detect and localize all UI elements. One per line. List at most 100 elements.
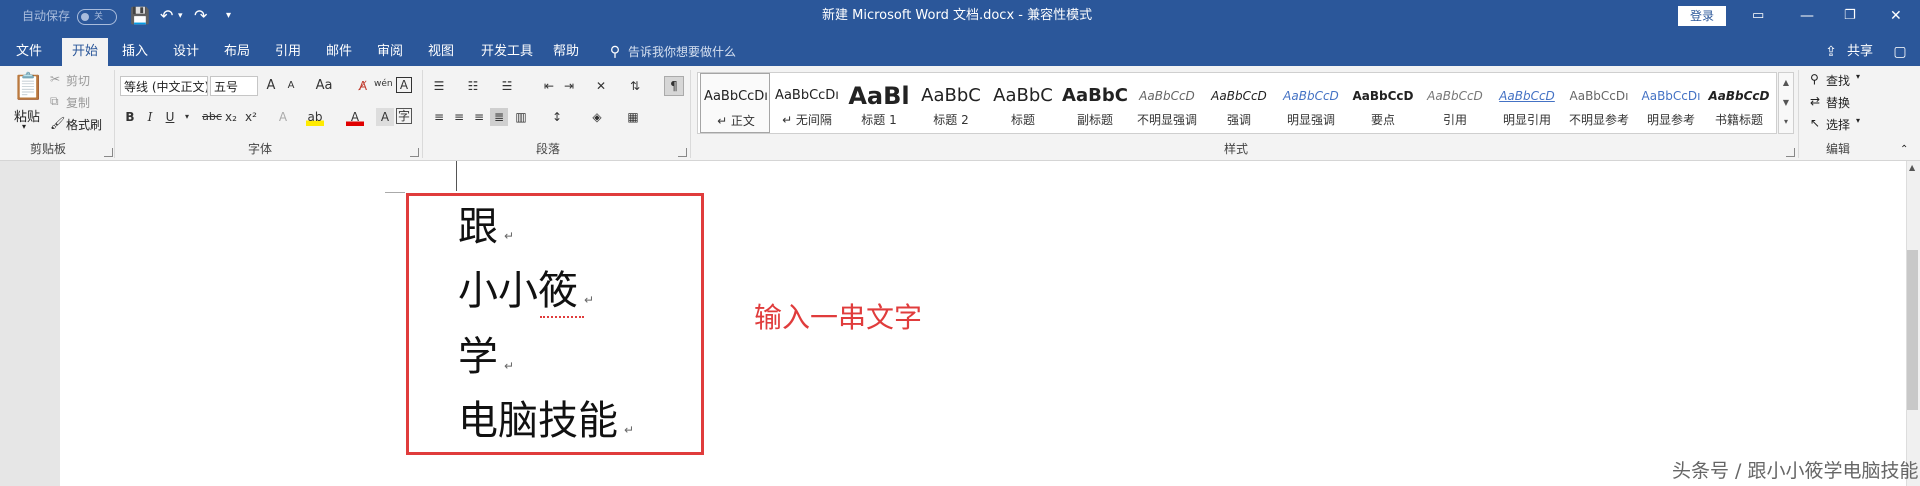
character-border-icon[interactable]: A <box>396 77 412 93</box>
show-formatting-icon[interactable]: ¶ <box>664 76 684 96</box>
tab-help[interactable]: 帮助 <box>543 38 589 66</box>
clear-formatting-icon[interactable]: A̸ <box>354 77 372 95</box>
align-left-icon[interactable]: ≡ <box>430 108 448 126</box>
clipboard-launcher-icon[interactable] <box>104 148 113 157</box>
select-button[interactable]: 选择 <box>1826 116 1850 133</box>
style-subtle-emphasis[interactable]: AaBbCcD 不明显强调 <box>1132 73 1202 133</box>
tab-review[interactable]: 审阅 <box>367 38 413 66</box>
strikethrough-icon[interactable]: abc <box>200 108 224 126</box>
tab-developer[interactable]: 开发工具 <box>473 38 541 66</box>
login-button[interactable]: 登录 <box>1678 6 1726 26</box>
character-shading-icon[interactable]: A <box>376 108 394 126</box>
cut-icon[interactable]: ✂ <box>50 72 60 86</box>
paste-icon[interactable]: 📋 <box>12 72 44 102</box>
italic-icon[interactable]: I <box>141 108 159 126</box>
replace-icon[interactable]: ⇄ <box>1810 94 1820 108</box>
style-intense-quote[interactable]: AaBbCcD 明显引用 <box>1492 73 1562 133</box>
justify-icon[interactable]: ≣ <box>490 108 508 126</box>
subscript-icon[interactable]: x₂ <box>222 108 240 126</box>
comments-icon[interactable]: ▢ <box>1888 38 1912 66</box>
copy-icon[interactable]: ⧉ <box>50 94 59 109</box>
change-case-icon[interactable]: Aa <box>310 77 338 95</box>
numbering-icon[interactable]: ☷ <box>464 77 482 95</box>
sort-icon[interactable]: ⇅ <box>626 77 644 95</box>
find-icon[interactable]: ⚲ <box>1810 72 1819 86</box>
style-heading-2[interactable]: AaBbC 标题 2 <box>916 73 986 133</box>
scroll-up-icon[interactable]: ▲ <box>1779 73 1793 93</box>
tab-layout[interactable]: 布局 <box>214 38 260 66</box>
styles-launcher-icon[interactable] <box>1786 148 1795 157</box>
phonetic-guide-icon[interactable]: wén <box>374 75 393 93</box>
undo-icon[interactable]: ↶ <box>160 0 173 32</box>
style-strong[interactable]: AaBbCcD 要点 <box>1348 73 1418 133</box>
style-subtle-reference[interactable]: AaBbCcDı 不明显参考 <box>1564 73 1634 133</box>
style-intense-reference[interactable]: AaBbCcDı 明显参考 <box>1636 73 1706 133</box>
document-line-4[interactable]: 电脑技能 ↵ <box>458 398 634 453</box>
find-button[interactable]: 查找 <box>1826 72 1850 89</box>
select-icon[interactable]: ↖ <box>1810 116 1820 130</box>
tell-me-search[interactable]: 告诉我你想要做什么 <box>628 38 758 66</box>
style-intense-emphasis[interactable]: AaBbCcD 明显强调 <box>1276 73 1346 133</box>
highlight-icon[interactable]: ab <box>306 108 324 126</box>
enclose-characters-icon[interactable]: 字 <box>396 108 412 124</box>
tab-view[interactable]: 视图 <box>418 38 464 66</box>
tab-design[interactable]: 设计 <box>163 38 209 66</box>
share-icon[interactable]: ⇪ <box>1820 38 1842 66</box>
undo-dropdown-icon[interactable]: ▾ <box>178 0 183 32</box>
document-line-1[interactable]: 跟 ↵ <box>458 204 514 259</box>
collapse-ribbon-icon[interactable]: ⌃ <box>1900 144 1908 155</box>
styles-gallery-scroll[interactable]: ▲ ▼ ▾ <box>1778 72 1794 134</box>
format-painter-button[interactable]: 格式刷 <box>66 116 102 133</box>
superscript-icon[interactable]: x² <box>242 108 260 126</box>
paragraph-launcher-icon[interactable] <box>678 148 687 157</box>
scroll-up-icon[interactable]: ▲ <box>1909 163 1915 172</box>
style-no-spacing[interactable]: AaBbCcDı ↵ 无间隔 <box>772 73 842 133</box>
cut-button[interactable]: 剪切 <box>66 72 90 89</box>
minimize-icon[interactable]: — <box>1800 0 1814 32</box>
autosave-toggle[interactable]: 关 <box>77 9 117 25</box>
ribbon-display-icon[interactable]: ▭ <box>1752 0 1764 32</box>
shading-icon[interactable]: ◈ <box>588 108 606 126</box>
underline-icon[interactable]: U <box>161 108 179 126</box>
increase-indent-icon[interactable]: ⇥ <box>560 77 578 95</box>
paste-dropdown-icon[interactable]: ▾ <box>22 122 26 131</box>
document-line-3[interactable]: 学 ↵ <box>458 334 514 389</box>
tab-references[interactable]: 引用 <box>265 38 311 66</box>
select-dropdown-icon[interactable]: ▾ <box>1856 116 1860 125</box>
style-quote[interactable]: AaBbCcD 引用 <box>1420 73 1490 133</box>
replace-button[interactable]: 替换 <box>1826 94 1850 111</box>
underline-dropdown-icon[interactable]: ▾ <box>178 108 196 126</box>
line-spacing-icon[interactable]: ↕ <box>548 108 566 126</box>
align-right-icon[interactable]: ≡ <box>470 108 488 126</box>
font-name-combo[interactable]: 等线 (中文正文) <box>120 76 208 96</box>
scroll-down-icon[interactable]: ▼ <box>1779 93 1793 113</box>
align-center-icon[interactable]: ≡ <box>450 108 468 126</box>
gallery-more-icon[interactable]: ▾ <box>1779 113 1793 131</box>
chinese-layout-icon[interactable]: ✕ <box>592 77 610 95</box>
multilevel-list-icon[interactable]: ☱ <box>498 77 516 95</box>
share-button[interactable]: 共享 <box>1840 38 1880 66</box>
style-emphasis[interactable]: AaBbCcD 强调 <box>1204 73 1274 133</box>
style-title[interactable]: AaBbC 标题 <box>988 73 1058 133</box>
style-normal[interactable]: AaBbCcDı ↵ 正文 <box>700 73 770 133</box>
bullets-icon[interactable]: ☰ <box>430 77 448 95</box>
tab-insert[interactable]: 插入 <box>112 38 158 66</box>
decrease-indent-icon[interactable]: ⇤ <box>540 77 558 95</box>
scrollbar-thumb[interactable] <box>1907 250 1918 410</box>
borders-icon[interactable]: ▦ <box>624 108 642 126</box>
tab-home[interactable]: 开始 <box>62 38 108 66</box>
font-launcher-icon[interactable] <box>410 148 419 157</box>
font-size-combo[interactable]: 五号 <box>210 76 258 96</box>
style-subtitle[interactable]: AaBbC 副标题 <box>1060 73 1130 133</box>
style-heading-1[interactable]: AaBl 标题 1 <box>844 73 914 133</box>
redo-icon[interactable]: ↷ <box>194 0 207 32</box>
document-page[interactable] <box>60 161 1906 486</box>
bold-icon[interactable]: B <box>121 108 139 126</box>
distributed-icon[interactable]: ▥ <box>512 108 530 126</box>
shrink-font-icon[interactable]: A <box>282 77 300 95</box>
style-book-title[interactable]: AaBbCcD 书籍标题 <box>1704 73 1774 133</box>
font-color-icon[interactable]: A <box>346 108 364 126</box>
text-effects-icon[interactable]: A <box>274 108 292 126</box>
paste-button[interactable]: 粘贴 <box>14 106 40 125</box>
grow-font-icon[interactable]: A <box>262 77 280 95</box>
